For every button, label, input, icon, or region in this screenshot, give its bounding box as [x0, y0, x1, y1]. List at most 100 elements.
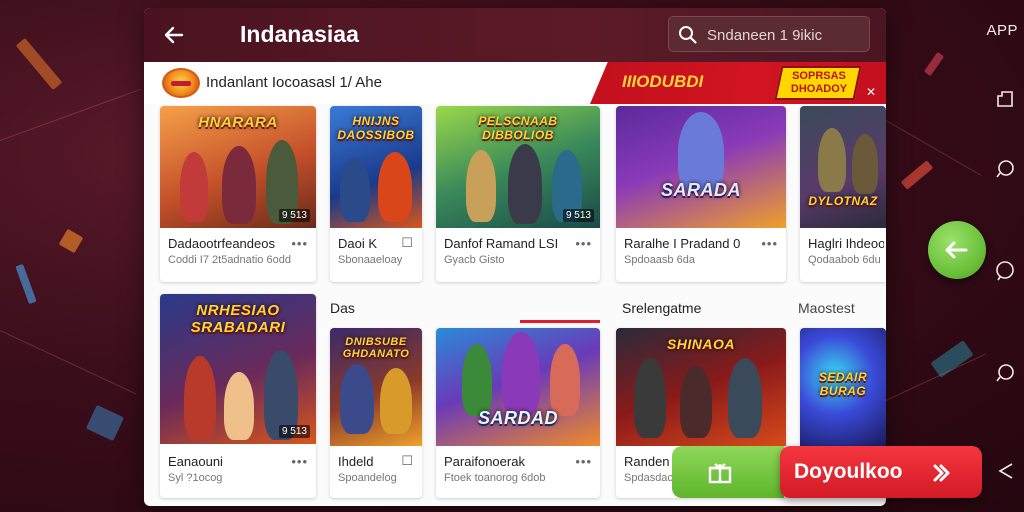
game-meta: Sbonaaeloay: [338, 254, 403, 266]
game-meta: Gyacb Gisto: [444, 254, 505, 266]
game-thumbnail: DNIBSUBE GHDANATO: [330, 328, 422, 446]
character-figure: [466, 150, 496, 222]
character-figure: [728, 358, 762, 438]
bookmark-icon[interactable]: ☐: [401, 453, 414, 469]
section-label-right[interactable]: Maostest: [798, 300, 855, 316]
search-box[interactable]: [668, 16, 870, 52]
game-name: Daoi K: [338, 236, 378, 251]
thumbnail-title: HNIJNS DAOSSIBOB: [337, 114, 415, 142]
thumbnail-title: SHINAOA: [666, 336, 736, 352]
close-ad-icon[interactable]: ✕: [866, 86, 878, 98]
section-label-left: Das: [330, 300, 355, 316]
game-name: Dadaootrfeandeos: [168, 236, 275, 251]
more-options-icon[interactable]: •••: [291, 454, 308, 469]
section-accent-bar: [520, 320, 600, 323]
section-label-mid: Srelengatme: [622, 300, 702, 316]
side-rail: APP: [984, 0, 1024, 512]
share-fab[interactable]: [928, 221, 986, 279]
more-options-icon[interactable]: •••: [575, 236, 592, 251]
gift-icon: [708, 463, 732, 484]
chevron-right-icon: [933, 464, 950, 482]
character-figure: [502, 332, 540, 416]
game-card[interactable]: SARADA Raralhe I Pradand 0 ••• Spdoaasb …: [616, 106, 786, 282]
character-figure: [550, 344, 580, 416]
install-button[interactable]: [672, 446, 784, 498]
game-name: Haglri Ihdeood: [808, 236, 884, 251]
ad-headline: IIIODUBDI: [622, 72, 704, 91]
search-side-icon[interactable]: [994, 362, 1016, 384]
game-meta: Spoandelog: [338, 472, 397, 484]
background-line: [885, 120, 982, 176]
character-figure: [180, 152, 208, 222]
character-figure: [634, 358, 666, 438]
game-thumbnail: HNARARA 9 513: [160, 106, 316, 228]
character-figure: [222, 146, 256, 224]
bookmark-icon[interactable]: ☐: [401, 235, 414, 251]
background-shard: [930, 340, 974, 378]
thumbnail-title: DYLOTNAZ: [808, 194, 878, 208]
thumbnail-title: PELSCNAAB DIBBOLIOB: [478, 114, 558, 142]
expand-icon[interactable]: [994, 88, 1016, 110]
back-arrow-icon[interactable]: [160, 21, 188, 49]
character-figure: [224, 372, 254, 440]
banner-text: Indanlant Iocoasasl 1/ Ahe: [206, 74, 382, 91]
player-count: 9 513: [562, 209, 594, 222]
game-card[interactable]: PELSCNAAB DIBBOLIOB 9 513 Danfof Ramand …: [436, 106, 600, 282]
game-card[interactable]: DYLOTNAZ Haglri Ihdeood Qodaabob 6du: [800, 106, 886, 282]
game-card[interactable]: HNARARA 9 513 Dadaootrfeandeos ••• Coddi…: [160, 106, 316, 282]
game-card[interactable]: SEDAIR BURAG: [800, 328, 886, 454]
chat-icon[interactable]: [994, 158, 1016, 180]
character-figure: [508, 144, 542, 224]
message-icon[interactable]: [994, 260, 1016, 282]
game-thumbnail: PELSCNAAB DIBBOLIOB 9 513: [436, 106, 600, 228]
character-figure: [340, 158, 370, 222]
game-card[interactable]: NRHESIAO SRABADARI 9 513 Eanaouni ••• Sy…: [160, 294, 316, 498]
character-figure: [380, 368, 412, 434]
background-line: [0, 330, 137, 395]
search-icon: [679, 26, 697, 44]
game-card[interactable]: HNIJNS DAOSSIBOB Daoi K ☐ Sbonaaeloay: [330, 106, 422, 282]
character-figure: [184, 356, 216, 440]
banner-row: Indanlant Iocoasasl 1/ Ahe IIIODUBDI SOP…: [144, 62, 886, 104]
character-figure: [378, 152, 412, 222]
game-name: Ihdeld: [338, 454, 374, 469]
player-count: 9 513: [278, 425, 310, 438]
thumbnail-title: DNIBSUBE GHDANATO: [342, 336, 410, 360]
game-meta: Qodaabob 6du: [808, 254, 881, 266]
more-options-icon[interactable]: •••: [575, 454, 592, 469]
share-icon[interactable]: [994, 460, 1016, 482]
game-meta: Coddi I7 2t5adnatio 6odd: [168, 254, 291, 266]
character-figure: [852, 134, 878, 194]
thumbnail-title: SARDAD: [477, 408, 558, 428]
game-thumbnail: HNIJNS DAOSSIBOB: [330, 106, 422, 228]
ad-flag-decoration: [590, 64, 604, 82]
thumbnail-title: SEDAIR BURAG: [818, 370, 868, 398]
more-options-icon[interactable]: •••: [761, 236, 778, 251]
promo-ad[interactable]: IIIODUBDI SOPRSAS DHOADOY ✕: [590, 62, 886, 104]
search-input[interactable]: [707, 24, 862, 46]
game-thumbnail: SEDAIR BURAG: [800, 328, 886, 446]
app-label: APP: [986, 22, 1018, 39]
game-meta: Ftoek toanorog 6dob: [444, 472, 546, 484]
download-button[interactable]: Doyoulkoo: [780, 446, 982, 498]
share-arrow-icon: [945, 241, 968, 259]
game-meta: Syl ?1ocog: [168, 472, 223, 484]
thumbnail-title: NRHESIAO SRABADARI: [190, 302, 286, 336]
game-card[interactable]: DNIBSUBE GHDANATO Ihdeld ☐ Spoandelog: [330, 328, 422, 498]
background-shard: [15, 263, 37, 305]
app-bar: Indanasiaa: [144, 8, 886, 62]
game-name: Eanaouni: [168, 454, 223, 469]
download-label: Doyoulkoo: [794, 460, 903, 483]
background-shard: [58, 228, 84, 254]
game-thumbnail: DYLOTNAZ: [800, 106, 886, 228]
game-card[interactable]: SARDAD Paraifonoerak ••• Ftoek toanorog …: [436, 328, 600, 498]
background-shard: [900, 160, 934, 190]
game-name: Raralhe I Pradand 0: [624, 236, 741, 251]
background-shard: [85, 404, 125, 442]
more-options-icon[interactable]: •••: [291, 236, 308, 251]
game-thumbnail: SARDAD: [436, 328, 600, 446]
character-figure: [462, 344, 492, 416]
brand-logo[interactable]: [162, 68, 200, 98]
thumbnail-title: HNARARA: [198, 114, 278, 131]
game-name: Danfof Ramand LSI: [444, 236, 559, 251]
